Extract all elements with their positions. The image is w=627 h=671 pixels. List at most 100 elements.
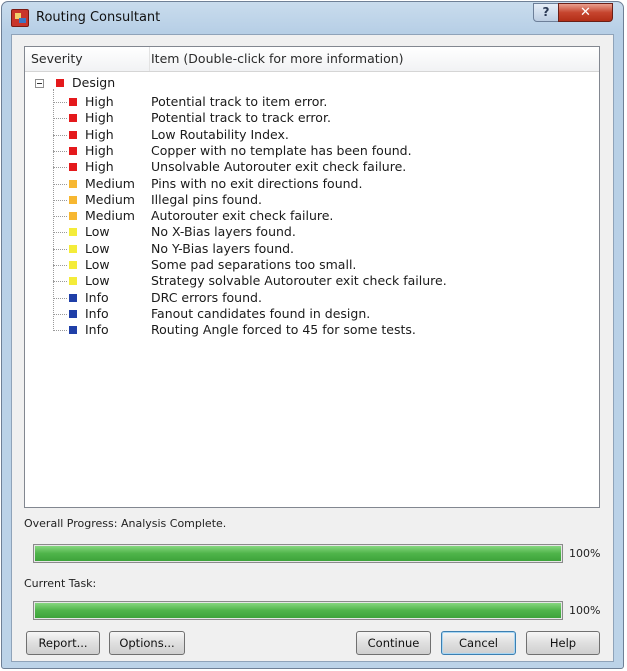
severity-color-icon [69, 212, 77, 221]
tree-connector [53, 232, 67, 234]
item-text: Pins with no exit directions found. [151, 175, 363, 191]
item-text: No X-Bias layers found. [151, 224, 296, 240]
tree-connector [53, 248, 67, 250]
list-item[interactable]: Medium Illegal pins found. [25, 191, 599, 208]
close-button[interactable]: ✕ [558, 3, 613, 22]
list-item[interactable]: Info Fanout candidates found in design. [25, 305, 599, 322]
severity-label: High [85, 126, 114, 142]
help-title-button[interactable]: ? [533, 3, 559, 22]
column-separator[interactable] [149, 47, 150, 71]
report-button[interactable]: Report... [26, 631, 100, 655]
severity-label: High [85, 110, 114, 126]
item-text: Autorouter exit check failure. [151, 208, 334, 224]
question-mark-icon: ? [542, 5, 550, 19]
results-list[interactable]: Severity Item (Double-click for more inf… [24, 46, 600, 508]
item-text: Unsolvable Autorouter exit check failure… [151, 159, 407, 175]
item-text: Potential track to item error. [151, 94, 328, 109]
tree-connector [53, 199, 67, 201]
overall-progress-fill [35, 546, 561, 561]
severity-label: Medium [85, 175, 135, 191]
severity-label: Low [85, 257, 110, 272]
severity-label: Info [85, 322, 109, 338]
column-header-severity[interactable]: Severity [31, 51, 83, 66]
list-item[interactable]: Info Routing Angle forced to 45 for some … [25, 321, 599, 338]
item-text: Copper with no template has been found. [151, 142, 412, 158]
severity-label: Medium [85, 208, 135, 224]
severity-color-icon [69, 195, 77, 204]
tree-connector [53, 183, 67, 185]
tree-connector [53, 102, 67, 103]
tree-connector [53, 330, 67, 332]
list-item[interactable]: High Unsolvable Autorouter exit check fai… [25, 158, 599, 175]
item-text: No Y-Bias layers found. [151, 240, 295, 256]
continue-button[interactable]: Continue [356, 631, 431, 655]
overall-progress-bar [33, 544, 563, 563]
tree-root-design[interactable]: Design [72, 75, 115, 90]
severity-color-icon [69, 309, 77, 318]
overall-progress-percent: 100% [569, 547, 601, 560]
routing-consultant-window: Routing Consultant ? ✕ Severity Item (Do… [1, 1, 624, 669]
tree-connector [53, 167, 67, 169]
cancel-button[interactable]: Cancel [441, 631, 516, 655]
help-button[interactable]: Help [526, 631, 600, 655]
severity-label: High [85, 142, 114, 158]
close-icon: ✕ [580, 5, 591, 20]
tree-connector [53, 313, 67, 315]
severity-color-icon [69, 244, 77, 253]
list-item[interactable]: Info DRC errors found. [25, 289, 599, 306]
list-header: Severity Item (Double-click for more inf… [25, 47, 599, 72]
current-task-progress-bar [33, 601, 563, 620]
window-title: Routing Consultant [36, 10, 161, 25]
list-item[interactable]: Low Strategy solvable Autorouter exit che… [25, 272, 599, 289]
severity-color-icon [69, 293, 77, 302]
item-text: Illegal pins found. [151, 191, 262, 207]
options-button[interactable]: Options... [109, 631, 185, 655]
item-text: DRC errors found. [151, 289, 262, 305]
title-bar[interactable]: Routing Consultant ? ✕ [2, 2, 623, 34]
current-task-percent: 100% [569, 604, 601, 617]
list-item[interactable]: Medium Pins with no exit directions found… [25, 175, 599, 192]
tree-connector [53, 216, 67, 218]
severity-color-icon [69, 130, 77, 139]
list-item[interactable]: Low No Y-Bias layers found. [25, 240, 599, 257]
item-text: Potential track to track error. [151, 110, 331, 126]
tree-connector [53, 134, 67, 136]
item-text: Fanout candidates found in design. [151, 305, 371, 321]
severity-color-icon [69, 98, 77, 106]
severity-color-icon [69, 228, 77, 237]
severity-label: High [85, 94, 114, 109]
list-item[interactable]: High Potential track to track error. [25, 109, 599, 126]
collapse-icon[interactable] [35, 79, 44, 88]
dialog-content: Severity Item (Double-click for more inf… [11, 34, 614, 662]
overall-progress-label: Overall Progress: Analysis Complete. [24, 517, 227, 530]
severity-label: Low [85, 240, 110, 256]
app-icon [11, 9, 29, 27]
severity-label: High [85, 159, 114, 175]
current-task-progress-fill [35, 603, 561, 618]
severity-color-icon [69, 114, 77, 123]
severity-label: Info [85, 305, 109, 321]
column-header-item[interactable]: Item (Double-click for more information) [151, 51, 404, 66]
item-text: Low Routability Index. [151, 126, 289, 142]
list-item[interactable]: Low Some pad separations too small. [25, 256, 599, 273]
tree-connector [53, 150, 67, 152]
severity-color-icon [69, 277, 77, 286]
list-item[interactable]: High Potential track to item error. [25, 93, 599, 110]
list-item[interactable]: High Copper with no template has been fou… [25, 142, 599, 159]
severity-color-icon [69, 163, 77, 172]
design-severity-icon [56, 79, 64, 87]
list-item[interactable]: Medium Autorouter exit check failure. [25, 207, 599, 224]
tree-connector [53, 118, 67, 120]
severity-color-icon [69, 326, 77, 335]
severity-label: Low [85, 224, 110, 240]
tree-connector [53, 281, 67, 283]
severity-label: Low [85, 273, 110, 289]
severity-color-icon [69, 146, 77, 155]
list-item[interactable]: Low No X-Bias layers found. [25, 223, 599, 240]
severity-label: Info [85, 289, 109, 305]
severity-color-icon [69, 179, 77, 188]
item-text: Some pad separations too small. [151, 257, 357, 272]
item-text: Strategy solvable Autorouter exit check … [151, 273, 447, 289]
item-text: Routing Angle forced to 45 for some test… [151, 322, 416, 338]
list-item[interactable]: High Low Routability Index. [25, 126, 599, 143]
